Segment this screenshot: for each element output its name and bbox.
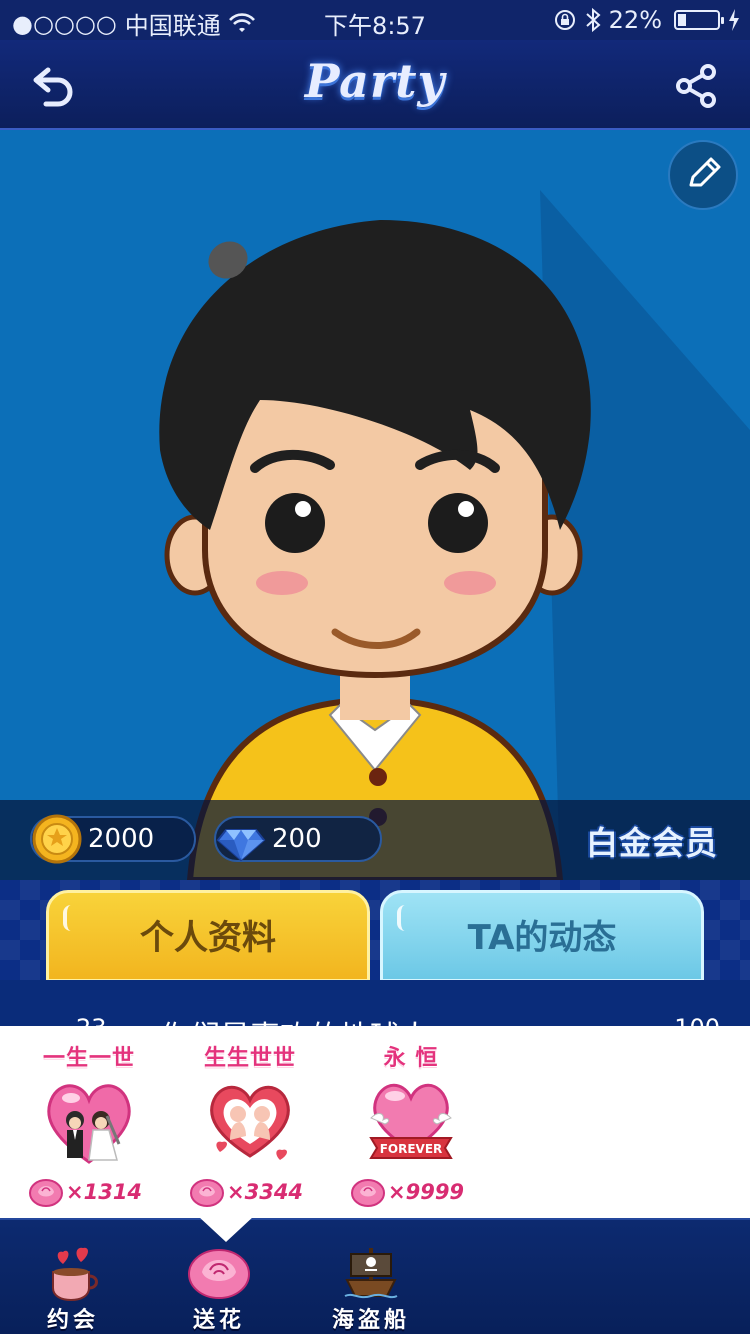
status-right: 22% [553, 6, 740, 34]
coin-icon [32, 814, 82, 864]
diamond-balance: 200 [214, 816, 382, 862]
wedding-heart-icon [47, 1084, 131, 1164]
coin-amount: 2000 [88, 824, 155, 854]
avatar-illustration [159, 220, 591, 880]
bottom-tab-pirate-ship[interactable]: 海盗船 [316, 1242, 426, 1334]
coffee-heart-icon [52, 1247, 98, 1302]
nav-bar: Party [0, 40, 750, 130]
forever-heart-icon: FOREVER [369, 1083, 453, 1159]
diamond-amount: 200 [272, 824, 322, 854]
coin-balance: 2000 [30, 814, 196, 864]
bottom-tab-date-label: 约会 [46, 1308, 99, 1333]
gift-name: 一生一世 [42, 1046, 135, 1071]
pencil-icon [689, 157, 721, 187]
orientation-lock-icon [554, 10, 575, 30]
gift-price: ×1314 [28, 1174, 142, 1210]
diamond-icon [216, 829, 266, 862]
currency-bar: 2000 200 白金会员 [0, 800, 750, 880]
rose-icon [29, 1179, 63, 1207]
profile-tabs: 个人资料 TA的动态 [0, 880, 750, 982]
avatar-hero [0, 130, 750, 880]
tab-activity[interactable]: TA的动态 [380, 890, 704, 982]
battery-percent: 22% [608, 6, 662, 34]
bluetooth-icon [585, 7, 601, 33]
membership-badge: 白金会员 [585, 824, 718, 862]
battery-icon [674, 10, 724, 30]
edit-profile-button[interactable] [668, 140, 738, 210]
status-bar: ●○○○○ 中国联通 下午8:57 22% [0, 0, 750, 40]
rose-icon [190, 1179, 224, 1207]
gift-name: 永 恒 [383, 1046, 439, 1071]
gift-quantity: ×1314 [66, 1180, 143, 1204]
gift-name: 生生世世 [203, 1046, 296, 1071]
tab-profile[interactable]: 个人资料 [46, 890, 370, 982]
popup-caret [198, 1216, 254, 1242]
tab-profile-label: 个人资料 [140, 918, 276, 958]
bottom-tab-date[interactable]: 约会 [18, 1242, 128, 1334]
share-icon[interactable] [672, 62, 720, 110]
rose-icon [351, 1179, 385, 1207]
gift-item[interactable]: 一生一世 ×1314 [14, 1040, 164, 1210]
bottom-tab-flowers[interactable]: 送花 [164, 1242, 274, 1334]
tab-shine-decor [397, 905, 413, 931]
page-title: Party [304, 54, 446, 108]
bottom-tab-pirate-ship-label: 海盗船 [331, 1308, 410, 1333]
tab-shine-decor [63, 905, 79, 931]
bottom-tab-bar: 约会 送花 海盗船 [0, 1218, 750, 1334]
gift-item[interactable]: 永 恒 FOREVER ×9999 [336, 1040, 486, 1210]
gift-price: ×9999 [350, 1174, 464, 1210]
charging-bolt-icon [729, 9, 739, 31]
tab-activity-label: TA的动态 [467, 918, 617, 958]
gift-price: ×3344 [189, 1174, 303, 1210]
pirate-ship-icon [344, 1248, 398, 1299]
gift-popup: 一生一世 ×1314 生生世世 ×3344 永 恒 FOREVER ×9999 [0, 1026, 750, 1218]
couple-heart-icon [210, 1085, 290, 1160]
gift-item[interactable]: 生生世世 ×3344 [175, 1040, 325, 1210]
forever-banner-text: FOREVER [380, 1142, 443, 1156]
gift-quantity: ×3344 [227, 1180, 304, 1204]
rose-icon [188, 1249, 250, 1299]
gift-quantity: ×9999 [388, 1180, 465, 1204]
hidden-content-row: 23 你们最喜欢的地球人 100 [0, 980, 750, 1030]
bottom-tab-flowers-label: 送花 [192, 1308, 245, 1333]
